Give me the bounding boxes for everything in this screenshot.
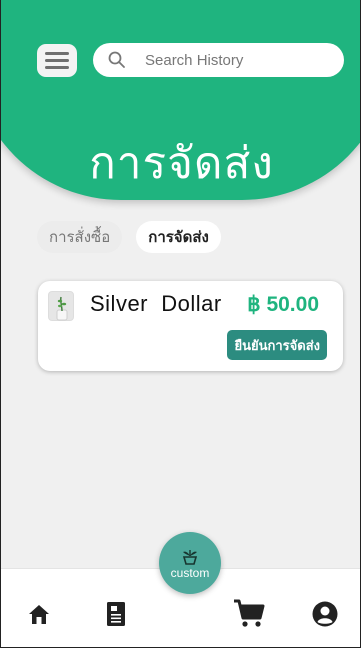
search-icon [108,51,125,68]
confirm-delivery-button[interactable]: ยืนยันการจัดส่ง [227,330,327,360]
home-icon[interactable] [27,602,51,626]
plant-icon [56,296,68,321]
order-card[interactable]: Silver Dollar ฿ 50.00 ยืนยันการจัดส่ง [38,281,343,371]
menu-button[interactable] [37,44,77,77]
app-screen: การจัดส่ง การสั่งซื้อ การจัดส่ง Silver D… [0,0,361,648]
product-price: ฿ 50.00 [247,293,319,316]
page-title: การจัดส่ง [89,138,274,189]
product-name: Silver Dollar [90,291,222,316]
cart-icon[interactable] [233,599,265,629]
profile-icon[interactable] [312,601,338,627]
plant-thumbnail [48,291,74,321]
document-icon[interactable] [106,601,126,627]
tab-orders[interactable]: การสั่งซื้อ [37,221,123,253]
tab-bar: การสั่งซื้อ การจัดส่ง [37,221,221,253]
custom-button-label: custom [170,565,210,580]
search-bar[interactable] [93,43,344,77]
plant-pot-icon [182,549,198,565]
tab-delivery[interactable]: การจัดส่ง [136,221,221,253]
search-input[interactable] [145,51,325,69]
hamburger-menu-icon [45,52,69,55]
custom-button[interactable]: custom [159,532,221,594]
